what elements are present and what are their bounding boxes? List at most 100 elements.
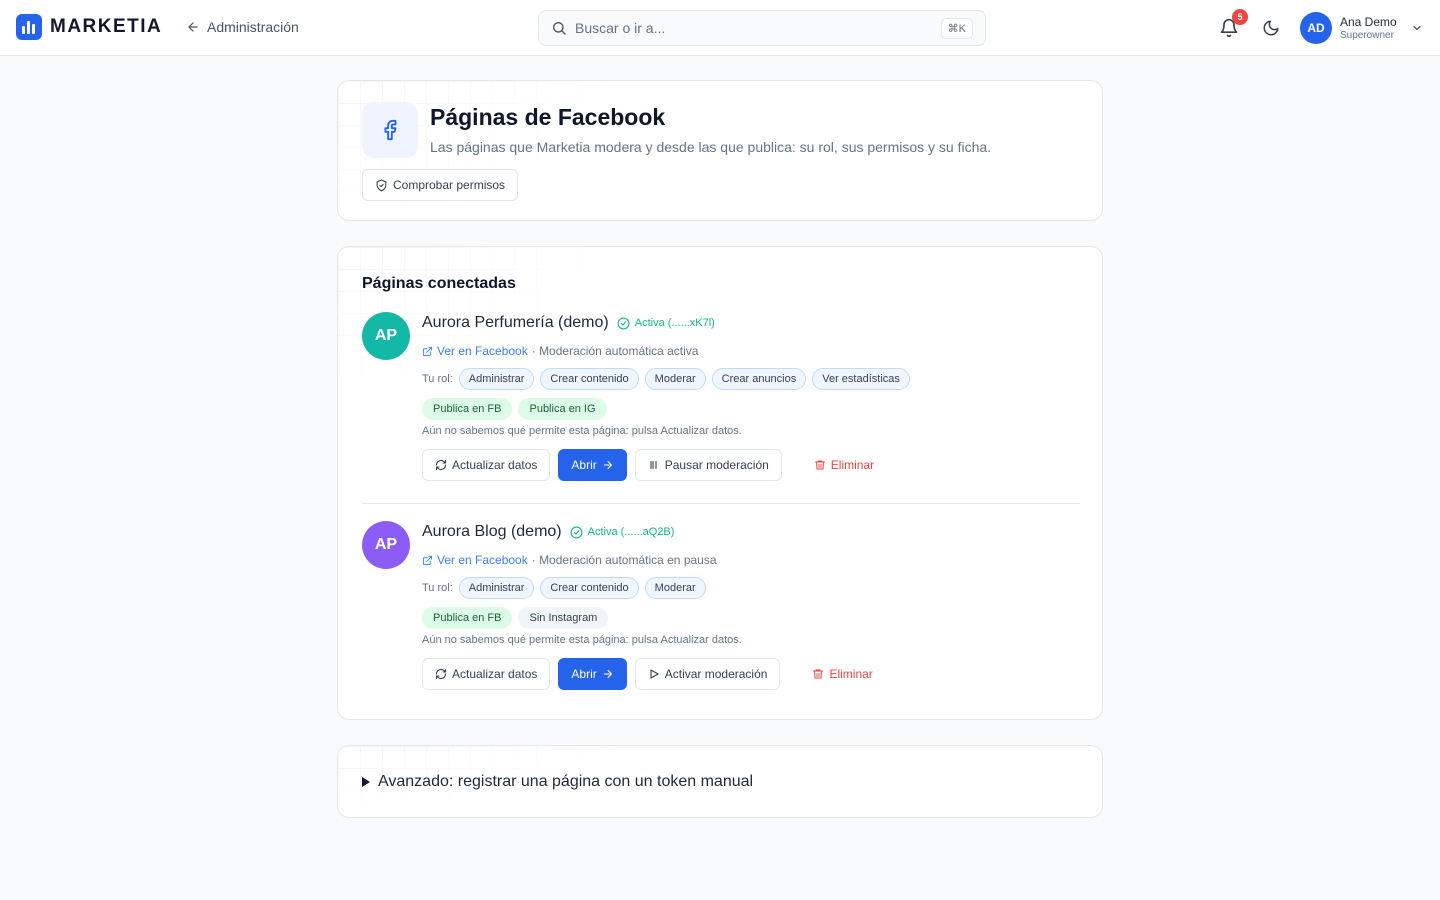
update-data-label: Actualizar datos: [452, 667, 538, 681]
pause-icon: [650, 460, 657, 470]
page-links-row: Ver en Facebook · Moderación automática …: [422, 344, 698, 358]
publish-chip: Publica en FB: [422, 398, 513, 420]
view-on-facebook-label: Ver en Facebook: [437, 553, 528, 567]
trash-icon: [814, 460, 825, 470]
update-data-button[interactable]: Actualizar datos: [422, 449, 551, 481]
refresh-icon: [435, 668, 447, 680]
global-search[interactable]: ⌘K: [538, 10, 986, 46]
status-text: Activa (......xK7l): [634, 317, 715, 329]
status-text: Activa (......aQ2B): [587, 526, 675, 538]
user-avatar: AD: [1300, 12, 1332, 44]
moon-icon[interactable]: [1262, 19, 1280, 37]
page-item: AP Aurora Blog (demo) Activa (......aQ2B…: [362, 521, 1080, 701]
open-label: Abrir: [571, 458, 597, 472]
role-chip: Administrar: [458, 368, 535, 390]
page-title: Páginas de Facebook: [430, 104, 666, 130]
publish-chips-row: Publica en FB Sin Instagram: [422, 607, 609, 629]
role-chips-row: Tu rol: Administrar Crear contenido Mode…: [422, 368, 910, 390]
arrow-right-icon: [603, 669, 612, 679]
page-title-row: Aurora Blog (demo) Activa (......aQ2B): [422, 523, 674, 541]
advanced-disclosure[interactable]: Avanzado: registrar una página con un to…: [362, 773, 753, 791]
arrow-right-icon: [603, 460, 612, 470]
notification-count-badge: 5: [1232, 9, 1248, 25]
moderation-status-text: · Moderación automática en pausa: [531, 553, 717, 567]
search-shortcut-hint: ⌘K: [940, 17, 973, 39]
role-chip: Ver estadísticas: [812, 368, 910, 390]
activate-moderation-button[interactable]: Activar moderación: [634, 658, 781, 690]
search-input[interactable]: [575, 20, 933, 36]
arrow-left-icon: [188, 22, 198, 32]
refresh-icon: [435, 459, 447, 471]
trash-icon: [813, 669, 824, 679]
view-on-facebook-link[interactable]: Ver en Facebook: [422, 344, 528, 358]
user-menu[interactable]: AD Ana Demo Superowner: [1300, 12, 1423, 44]
check-circle-icon: [570, 526, 583, 538]
external-link-icon: [422, 555, 433, 565]
search-icon: [553, 22, 566, 35]
pause-moderation-label: Pausar moderación: [664, 458, 769, 472]
brand-logo[interactable]: MARKETIA: [16, 14, 162, 40]
connected-pages-card: Páginas conectadas AP Aurora Perfumería …: [337, 246, 1103, 720]
facebook-pages-header-card: Páginas de Facebook Las páginas que Mark…: [337, 80, 1103, 221]
page-actions: Actualizar datos Abrir Pausar moderación…: [422, 449, 886, 481]
publish-chip: Publica en FB: [422, 607, 513, 629]
check-permissions-button[interactable]: Comprobar permisos: [362, 169, 519, 201]
role-label: Tu rol:: [422, 582, 453, 594]
play-icon: [650, 669, 659, 679]
moderation-status-text: · Moderación automática activa: [531, 344, 699, 358]
view-on-facebook-link[interactable]: Ver en Facebook: [422, 553, 528, 567]
chevron-down-icon: [1413, 25, 1421, 31]
page-note: Aún no sabemos qué permite esta página: …: [422, 425, 742, 437]
disclosure-triangle-icon: [362, 777, 370, 787]
open-page-button[interactable]: Abrir: [558, 658, 627, 690]
page-links-row: Ver en Facebook · Moderación automática …: [422, 553, 717, 567]
check-circle-icon: [617, 317, 630, 329]
brand-name: MARKETIA: [50, 16, 163, 37]
page-subtitle: Las páginas que Marketia modera y desde …: [430, 139, 992, 155]
page-divider: [362, 503, 1080, 504]
page-avatar: AP: [362, 521, 410, 569]
page-name: Aurora Perfumería (demo): [422, 314, 609, 331]
no-instagram-chip: Sin Instagram: [518, 607, 609, 629]
external-link-icon: [422, 346, 433, 356]
open-page-button[interactable]: Abrir: [558, 449, 627, 481]
page-name: Aurora Blog (demo): [422, 523, 562, 540]
delete-page-button[interactable]: Eliminar: [800, 658, 884, 690]
status-badge: Activa (......xK7l): [617, 317, 715, 330]
role-chips-row: Tu rol: Administrar Crear contenido Mode…: [422, 577, 706, 599]
chart-logo-icon: [16, 14, 42, 40]
page-item: AP Aurora Perfumería (demo) Activa (....…: [362, 312, 1080, 492]
advanced-card: Avanzado: registrar una página con un to…: [337, 745, 1103, 818]
page-avatar: AP: [362, 312, 410, 360]
role-chip: Administrar: [458, 577, 535, 599]
shield-check-icon: [376, 179, 387, 191]
view-on-facebook-label: Ver en Facebook: [437, 344, 528, 358]
back-to-admin-link[interactable]: Administración: [186, 19, 299, 35]
open-label: Abrir: [571, 667, 597, 681]
role-chip: Crear anuncios: [711, 368, 807, 390]
update-data-label: Actualizar datos: [452, 458, 538, 472]
pause-moderation-button[interactable]: Pausar moderación: [634, 449, 782, 481]
activate-moderation-label: Activar moderación: [664, 667, 768, 681]
publish-chip: Publica en IG: [518, 398, 607, 420]
page-note: Aún no sabemos qué permite esta página: …: [422, 634, 742, 646]
user-role: Superowner: [1340, 29, 1394, 41]
delete-label: Eliminar: [829, 667, 873, 681]
user-name: Ana Demo: [1340, 14, 1397, 29]
facebook-icon-box: [362, 102, 418, 158]
role-chip: Crear contenido: [540, 368, 639, 390]
role-chip: Moderar: [644, 577, 706, 599]
check-permissions-label: Comprobar permisos: [393, 178, 506, 192]
update-data-button[interactable]: Actualizar datos: [422, 658, 551, 690]
back-link-label: Administración: [207, 19, 299, 35]
publish-chips-row: Publica en FB Publica en IG: [422, 398, 607, 420]
delete-page-button[interactable]: Eliminar: [802, 449, 886, 481]
page-actions: Actualizar datos Abrir Activar moderació…: [422, 658, 885, 690]
facebook-icon: [384, 119, 397, 141]
user-info: Ana Demo Superowner: [1340, 15, 1397, 42]
role-label: Tu rol:: [422, 373, 453, 385]
status-badge: Activa (......aQ2B): [570, 526, 675, 539]
page-title-row: Aurora Perfumería (demo) Activa (......x…: [422, 314, 715, 332]
role-chip: Moderar: [644, 368, 706, 390]
role-chip: Crear contenido: [540, 577, 639, 599]
